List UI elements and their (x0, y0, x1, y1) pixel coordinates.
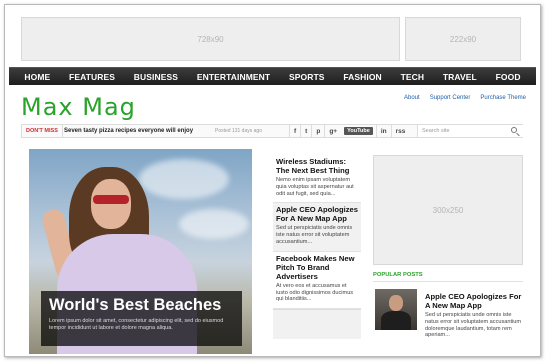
thumbnail-shirt (381, 311, 411, 330)
ticker-bar: DON'T MISS Seven tasty pizza recipes eve… (21, 124, 523, 138)
article-excerpt: At vero eos et accusamus et iusto odio d… (276, 282, 354, 303)
search-input[interactable]: Search site (417, 125, 523, 137)
support-center-link[interactable]: Support Center (430, 95, 471, 101)
article-title[interactable]: Apple CEO Apologizes For A New Map App (276, 205, 358, 223)
article-title[interactable]: Facebook Makes New Pitch To Brand Advert… (276, 254, 358, 281)
article-excerpt: Nemo enim ipsam voluptatem quia voluptas… (276, 177, 354, 197)
cloud-shape (139, 159, 229, 199)
middle-column: Wireless Stadiums: The Next Best Thing N… (273, 155, 361, 340)
small-ad[interactable]: 222x90 (405, 17, 521, 61)
article-title[interactable]: Wireless Stadiums: The Next Best Thing (276, 157, 358, 175)
sunglasses-icon (93, 195, 129, 204)
nav-item-entertainment[interactable]: ENTERTAINMENT (197, 72, 270, 82)
facebook-icon[interactable]: f (289, 125, 300, 137)
list-item[interactable]: Apple CEO Apologizes For A New Map App S… (273, 203, 361, 252)
nav-item-tech[interactable]: TECH (401, 72, 425, 82)
google-plus-icon[interactable]: g+ (324, 125, 341, 137)
popular-post-excerpt: Sed ut perspiciatis unde omnis iste natu… (425, 312, 522, 339)
search-icon[interactable] (511, 127, 517, 133)
popular-post-title[interactable]: Apple CEO Apologizes For A New Map App (425, 292, 525, 310)
nav-item-home[interactable]: HOME (24, 72, 50, 82)
hero-title[interactable]: World's Best Beaches (49, 296, 234, 315)
ticker-headline[interactable]: Seven tasty pizza recipes everyone will … (64, 125, 193, 137)
divider (373, 281, 523, 282)
nav-item-fashion[interactable]: FASHION (343, 72, 381, 82)
browser-frame: 728x90 222x90 HOME FEATURES BUSINESS ENT… (4, 4, 541, 357)
rss-icon[interactable]: rss (390, 125, 410, 137)
leaderboard-ad[interactable]: 728x90 (21, 17, 400, 61)
about-link[interactable]: About (404, 95, 420, 101)
social-icons: f t p g+ YouTube in rss (289, 125, 409, 137)
list-item[interactable] (273, 309, 361, 340)
nav-item-travel[interactable]: TRAVEL (443, 72, 477, 82)
nav-item-business[interactable]: BUSINESS (134, 72, 178, 82)
nav-item-food[interactable]: FOOD (496, 72, 521, 82)
youtube-icon[interactable]: YouTube (344, 127, 373, 135)
ticker-date: Posted 131 days ago (215, 128, 262, 134)
featured-story[interactable]: World's Best Beaches Lorem ipsum dolor s… (29, 149, 252, 354)
article-excerpt: Sed ut perspiciatis unde omnis iste natu… (276, 225, 353, 245)
cloud-shape (179, 209, 249, 239)
photo-face (91, 179, 131, 229)
popular-post-thumbnail[interactable] (375, 289, 417, 330)
sidebar-ad[interactable]: 300x250 (373, 155, 523, 265)
main-nav: HOME FEATURES BUSINESS ENTERTAINMENT SPO… (9, 67, 536, 85)
purchase-theme-link[interactable]: Purchase Theme (480, 95, 526, 101)
list-item[interactable]: Facebook Makes New Pitch To Brand Advert… (273, 252, 361, 310)
twitter-icon[interactable]: t (300, 125, 311, 137)
pinterest-icon[interactable]: p (311, 125, 324, 137)
list-item[interactable]: Wireless Stadiums: The Next Best Thing N… (273, 155, 361, 204)
header-links: About Support Center Purchase Theme (404, 95, 526, 101)
thumbnail-head (389, 295, 403, 311)
dont-miss-label: DON'T MISS (22, 125, 63, 137)
hero-excerpt: Lorem ipsum dolor sit amet, consectetur … (49, 318, 224, 331)
nav-item-sports[interactable]: SPORTS (289, 72, 325, 82)
nav-item-features[interactable]: FEATURES (69, 72, 115, 82)
linkedin-icon[interactable]: in (375, 125, 391, 137)
site-logo[interactable]: Max Mag (21, 93, 136, 121)
search-placeholder: Search site (422, 128, 450, 134)
popular-posts-heading: POPULAR POSTS (373, 272, 423, 278)
hero-caption: World's Best Beaches Lorem ipsum dolor s… (41, 291, 242, 346)
